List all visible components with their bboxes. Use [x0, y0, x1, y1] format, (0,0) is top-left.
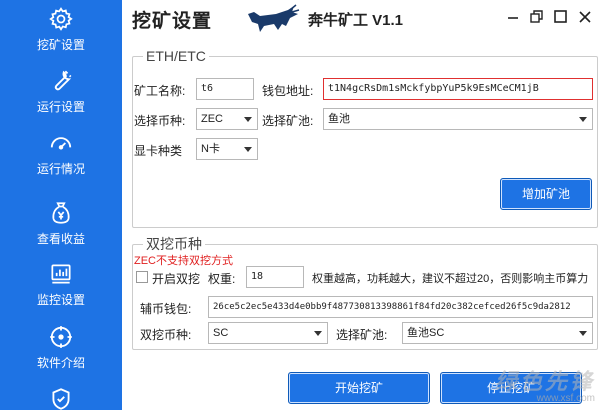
monitor-chart-icon	[51, 264, 71, 284]
chevron-down-icon	[579, 117, 587, 122]
sidebar-item-security[interactable]	[0, 382, 122, 410]
gear-icon	[49, 7, 73, 31]
maximize-button[interactable]	[550, 6, 572, 28]
gpu-type-label: 显卡种类	[134, 144, 183, 158]
watermark: 绿色先锋	[494, 369, 595, 394]
wallet-address-label: 钱包地址:	[262, 84, 314, 98]
coin-select-label: 选择币种:	[134, 114, 186, 128]
close-button[interactable]	[574, 6, 596, 28]
worker-name-field[interactable]: t6	[196, 78, 254, 100]
coin-select-value: ZEC	[201, 113, 223, 125]
worker-name-label: 矿工名称:	[134, 84, 186, 98]
sidebar-item-run-status[interactable]: 运行情况	[0, 124, 122, 182]
enable-dual-mining-label: 开启双挖	[152, 272, 201, 286]
dual-mining-warning: ZEC不支持双挖方式	[134, 255, 233, 267]
minimize-button[interactable]	[502, 6, 524, 28]
sidebar-item-label: 运行情况	[36, 162, 85, 176]
sidebar-item-about[interactable]: 软件介绍	[0, 318, 122, 376]
gpu-type-select[interactable]: N卡	[196, 138, 258, 160]
minimize-icon	[508, 17, 518, 19]
title-bar: 挖矿设置 奔牛矿工 V1.1	[122, 0, 605, 38]
weight-field[interactable]: 18	[246, 266, 304, 288]
dual-pool-label: 选择矿池:	[336, 328, 388, 342]
sidebar-item-label: 软件介绍	[36, 356, 85, 370]
bull-logo-icon	[248, 4, 300, 32]
close-icon	[579, 11, 591, 23]
weight-hint: 权重越高，功耗越大，建议不超过20，否则影响主币算力	[312, 273, 589, 285]
dual-pool-select[interactable]: 鱼池SC	[402, 322, 593, 344]
main-panel: ETH/ETC 矿工名称: t6 钱包地址: t1N4gcRsDm1sMckfy…	[122, 38, 605, 410]
chevron-down-icon	[314, 331, 322, 336]
chevron-down-icon	[579, 331, 587, 336]
group-label: 双挖币种	[146, 236, 202, 252]
weight-label: 权重:	[208, 272, 236, 286]
sidebar-item-monitor-settings[interactable]: 监控设置	[0, 255, 122, 313]
dual-coin-label: 双挖币种:	[140, 328, 192, 342]
sidebar-item-label: 挖矿设置	[36, 38, 85, 52]
restore-icon	[530, 10, 543, 23]
chevron-down-icon	[244, 147, 252, 152]
coin-select[interactable]: ZEC	[196, 108, 258, 130]
restore-button[interactable]	[526, 6, 548, 28]
wrench-icon	[54, 70, 72, 91]
sidebar-item-view-earnings[interactable]: 查看收益	[0, 194, 122, 252]
target-icon	[50, 326, 72, 348]
sidebar-item-mining-settings[interactable]: 挖矿设置	[0, 0, 122, 58]
gauge-icon	[50, 137, 72, 150]
money-bag-icon	[52, 202, 70, 224]
dual-pool-value: 鱼池SC	[407, 327, 445, 339]
dual-coin-select[interactable]: SC	[208, 322, 328, 344]
gpu-type-value: N卡	[201, 143, 220, 155]
sidebar-item-label: 监控设置	[36, 293, 85, 307]
sidebar-item-run-settings[interactable]: 运行设置	[0, 62, 122, 120]
dual-coin-value: SC	[213, 327, 229, 339]
watermark-url: www.xsf.com	[536, 393, 595, 404]
aux-wallet-field[interactable]: 26ce5c2ec5e433d4e0bb9f487730813398861f84…	[208, 296, 593, 318]
pool-select[interactable]: 鱼池	[323, 108, 593, 130]
pool-select-label: 选择矿池:	[262, 114, 314, 128]
sidebar-item-label: 查看收益	[36, 232, 85, 246]
add-pool-button[interactable]: 增加矿池	[500, 178, 592, 210]
sidebar-item-label: 运行设置	[36, 100, 85, 114]
enable-dual-mining-checkbox[interactable]	[136, 271, 148, 283]
chevron-down-icon	[244, 117, 252, 122]
sidebar: 挖矿设置 运行设置 运行情况 查看收益 监控设置 软件介绍	[0, 0, 122, 410]
start-mining-button[interactable]: 开始挖矿	[288, 372, 430, 404]
aux-wallet-label: 辅币钱包:	[140, 302, 192, 316]
wallet-address-field[interactable]: t1N4gcRsDm1sMckfybpYuP5k9EsMCeCM1jB	[323, 78, 593, 100]
shield-icon	[52, 388, 70, 410]
pool-select-value: 鱼池	[328, 113, 350, 125]
page-title: 挖矿设置	[132, 11, 213, 32]
group-label: ETH/ETC	[146, 48, 206, 64]
brand-name: 奔牛矿工 V1.1	[308, 12, 404, 29]
maximize-icon	[554, 10, 567, 23]
